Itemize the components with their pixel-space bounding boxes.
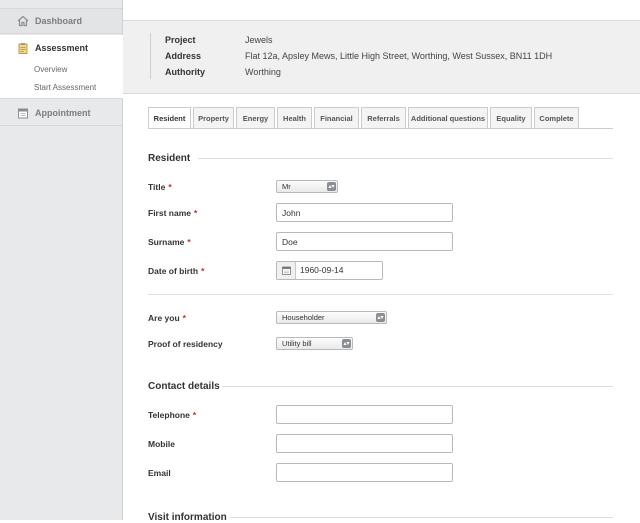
section-rule	[230, 517, 613, 518]
sidebar-item-assessment[interactable]: Assessment	[0, 35, 123, 61]
divider	[148, 294, 613, 295]
calendar-icon[interactable]	[277, 262, 296, 279]
dob-value: 1960-09-14	[300, 265, 344, 275]
required-marker: *	[187, 237, 191, 247]
first-name-label: First name *	[148, 208, 197, 218]
required-marker: *	[192, 410, 197, 420]
are-you-label: Are you *	[148, 313, 186, 323]
sidebar-subitem-overview[interactable]: Overview	[0, 61, 123, 79]
top-bar	[123, 0, 640, 21]
clipboard-icon	[17, 42, 29, 54]
dob-label: Date of birth *	[148, 266, 204, 276]
mobile-input[interactable]	[276, 434, 453, 453]
are-you-label-text: Are you	[148, 313, 180, 323]
tab-financial[interactable]: Financial	[314, 107, 359, 128]
are-you-select[interactable]: Householder ▴▾	[276, 311, 387, 324]
tab-complete[interactable]: Complete	[534, 107, 579, 128]
surname-label: Surname *	[148, 237, 191, 247]
required-marker: *	[182, 313, 186, 323]
email-label: Email	[148, 468, 171, 478]
proof-of-residency-select[interactable]: Utility bill ▴▾	[276, 337, 353, 350]
tab-additional-questions[interactable]: Additional questions	[408, 107, 488, 128]
first-name-label-text: First name	[148, 208, 191, 218]
required-marker: *	[194, 208, 198, 218]
title-label-text: Title	[148, 182, 166, 192]
project-value: Jewels	[245, 35, 273, 45]
tab-energy[interactable]: Energy	[236, 107, 275, 128]
title-select-value: Mr	[282, 182, 291, 191]
sidebar-item-label: Assessment	[35, 43, 89, 53]
tab-referrals[interactable]: Referrals	[361, 107, 406, 128]
address-label: Address	[165, 51, 202, 61]
home-icon	[17, 15, 29, 27]
sidebar-item-label: Appointment	[35, 107, 91, 118]
telephone-label-text: Telephone	[148, 410, 190, 420]
section-rule	[222, 386, 613, 387]
email-input[interactable]	[276, 463, 453, 482]
tab-equality[interactable]: Equality	[490, 107, 532, 128]
surname-input[interactable]	[276, 232, 453, 251]
dob-label-text: Date of birth	[148, 266, 199, 276]
calendar-icon	[17, 107, 29, 119]
tab-resident[interactable]: Resident	[148, 107, 191, 129]
section-title-visit: Visit information	[148, 512, 227, 523]
section-title-resident: Resident	[148, 153, 191, 164]
project-label: Project	[165, 35, 196, 45]
address-value: Flat 12a, Apsley Mews, Little High Stree…	[245, 51, 553, 61]
title-select[interactable]: Mr ▴▾	[276, 180, 338, 193]
select-arrows-icon: ▴▾	[376, 313, 385, 322]
tab-health[interactable]: Health	[277, 107, 312, 128]
sidebar: Dashboard Assessment Overview Start Asse…	[0, 0, 123, 520]
section-rule	[198, 158, 613, 159]
telephone-input[interactable]	[276, 405, 453, 424]
authority-label: Authority	[165, 67, 205, 77]
header-row-address: Address Flat 12a, Apsley Mews, Little Hig…	[165, 51, 552, 61]
mobile-label: Mobile	[148, 439, 175, 449]
authority-value: Worthing	[245, 67, 281, 77]
assessment-header: Project Jewels Address Flat 12a, Apsley Me…	[123, 21, 640, 94]
proof-label: Proof of residency	[148, 339, 223, 349]
header-row-project: Project Jewels	[165, 35, 273, 45]
tab-property[interactable]: Property	[193, 107, 234, 128]
required-marker: *	[201, 266, 205, 276]
select-arrows-icon: ▴▾	[327, 182, 336, 191]
section-title-contact: Contact details	[148, 381, 220, 392]
are-you-select-value: Householder	[282, 313, 325, 322]
sidebar-group-assessment: Assessment Overview Start Assessment	[0, 35, 123, 99]
dob-field[interactable]: 1960-09-14	[276, 261, 383, 280]
tab-underline	[148, 128, 613, 129]
required-marker: *	[168, 182, 172, 192]
sidebar-item-label: Dashboard	[35, 16, 83, 26]
surname-label-text: Surname	[148, 237, 185, 247]
telephone-label: Telephone *	[148, 410, 196, 420]
proof-select-value: Utility bill	[282, 339, 312, 348]
header-divider	[150, 33, 151, 79]
title-label: Title *	[148, 182, 172, 192]
first-name-input[interactable]	[276, 203, 453, 222]
sidebar-item-appointment[interactable]: Appointment	[0, 100, 122, 126]
select-arrows-icon: ▴▾	[342, 339, 351, 348]
header-row-authority: Authority Worthing	[165, 67, 281, 77]
sidebar-item-dashboard[interactable]: Dashboard	[0, 8, 122, 34]
sidebar-subitem-start-assessment[interactable]: Start Assessment	[0, 79, 123, 97]
